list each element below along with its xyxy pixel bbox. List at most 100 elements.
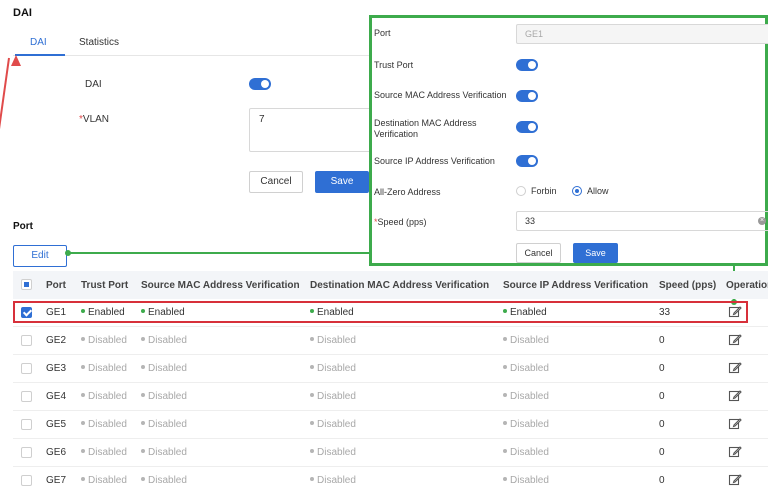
src-mac-cell: Disabled <box>141 391 187 402</box>
dai-toggle[interactable] <box>249 78 271 90</box>
src-ip-cell-text: Disabled <box>510 447 549 458</box>
column-header: Operation <box>726 280 768 291</box>
port-section-title: Port <box>13 221 33 232</box>
port-cell-text: GE3 <box>46 363 67 374</box>
table-row[interactable]: GE6 Disabled Disabled Disabled Disabled 0 <box>13 439 768 467</box>
table-row[interactable]: GE7 Disabled Disabled Disabled Disabled 0 <box>13 467 768 486</box>
vlan-label-text: VLAN <box>82 114 110 125</box>
panel-cancel-button[interactable]: Cancel <box>516 243 561 263</box>
speed-cell-text: 0 <box>659 447 665 458</box>
table-row[interactable]: GE3 Disabled Disabled Disabled Disabled 0 <box>13 355 768 383</box>
status-dot <box>81 477 85 482</box>
port-cell: GE3 <box>46 363 66 374</box>
speed-cell-text: 0 <box>659 475 665 486</box>
speed-cell: 0 <box>659 391 665 402</box>
annotation-connector-dot <box>65 250 71 256</box>
dst-mac-verification-toggle[interactable] <box>516 121 538 133</box>
vlan-label: *VLAN <box>79 114 109 125</box>
trust-port-cell: Disabled <box>81 363 127 374</box>
tab-bar: DAI Statistics <box>13 30 373 56</box>
src-ip-cell-text: Disabled <box>510 335 549 346</box>
port-cell: GE7 <box>46 475 66 486</box>
tab-dai[interactable]: DAI <box>30 37 47 48</box>
edit-icon[interactable] <box>728 445 742 459</box>
speed-cell-text: 0 <box>659 391 665 402</box>
edit-icon[interactable] <box>728 361 742 375</box>
column-header: Source MAC Address Verification <box>141 280 300 291</box>
row-checkbox[interactable] <box>21 475 32 486</box>
column-header: Trust Port <box>81 280 129 291</box>
src-ip-verification-toggle[interactable] <box>516 155 538 167</box>
edit-icon[interactable] <box>728 333 742 347</box>
column-header: Destination MAC Address Verification <box>310 280 490 291</box>
src-mac-cell: Disabled <box>141 363 187 374</box>
src-mac-cell: Disabled <box>141 419 187 430</box>
status-dot <box>141 421 145 426</box>
speed-input[interactable]: 33 × <box>516 211 768 231</box>
speed-cell-text: 0 <box>659 335 665 346</box>
status-dot <box>310 421 314 426</box>
src-ip-cell-text: Disabled <box>510 391 549 402</box>
src-ip-cell-text: Disabled <box>510 363 549 374</box>
src-mac-cell-text: Disabled <box>148 335 187 346</box>
src-ip-cell: Disabled <box>503 363 549 374</box>
src-mac-verification-toggle[interactable] <box>516 90 538 102</box>
src-ip-cell-text: Disabled <box>510 475 549 486</box>
trust-port-cell: Disabled <box>81 391 127 402</box>
row-checkbox[interactable] <box>21 419 32 430</box>
trust-port-cell: Disabled <box>81 335 127 346</box>
panel-save-button[interactable]: Save <box>573 243 618 263</box>
dst-mac-cell: Disabled <box>310 363 356 374</box>
src-mac-cell-text: Disabled <box>148 391 187 402</box>
src-ip-cell: Disabled <box>503 475 549 486</box>
dst-mac-cell-text: Disabled <box>317 363 356 374</box>
table-row[interactable]: GE5 Disabled Disabled Disabled Disabled 0 <box>13 411 768 439</box>
status-dot <box>141 393 145 398</box>
radio-forbin[interactable] <box>516 186 526 196</box>
edit-icon[interactable] <box>728 417 742 431</box>
cancel-button[interactable]: Cancel <box>249 171 303 193</box>
src-ip-cell: Disabled <box>503 419 549 430</box>
trust-port-cell-text: Disabled <box>88 419 127 430</box>
select-all-checkbox[interactable] <box>21 279 32 290</box>
table-row[interactable]: GE4 Disabled Disabled Disabled Disabled 0 <box>13 383 768 411</box>
panel-src-mac-label: Source MAC Address Verification <box>374 90 507 100</box>
radio-forbin-label: Forbin <box>531 186 557 196</box>
row-checkbox[interactable] <box>21 335 32 346</box>
src-mac-cell-text: Disabled <box>148 363 187 374</box>
edit-button[interactable]: Edit <box>13 245 67 267</box>
row-checkbox[interactable] <box>21 363 32 374</box>
status-dot <box>81 365 85 370</box>
port-cell-text: GE6 <box>46 447 67 458</box>
trust-port-cell-text: Disabled <box>88 391 127 402</box>
save-button[interactable]: Save <box>315 171 369 193</box>
radio-allow[interactable] <box>572 186 582 196</box>
status-dot <box>310 365 314 370</box>
port-cell: GE2 <box>46 335 66 346</box>
speed-cell: 0 <box>659 419 665 430</box>
active-tab-indicator <box>15 54 65 56</box>
status-dot <box>503 449 507 454</box>
row-checkbox[interactable] <box>21 447 32 458</box>
speed-cell-text: 0 <box>659 363 665 374</box>
port-cell: GE5 <box>46 419 66 430</box>
edit-icon[interactable] <box>728 389 742 403</box>
table-row[interactable]: GE2 Disabled Disabled Disabled Disabled 0 <box>13 327 768 355</box>
trust-port-cell-text: Disabled <box>88 363 127 374</box>
status-dot <box>310 337 314 342</box>
page-title: DAI <box>13 7 32 19</box>
tab-statistics[interactable]: Statistics <box>79 37 119 48</box>
table-header: Port Trust Port Source MAC Address Verif… <box>13 271 768 299</box>
port-cell: GE6 <box>46 447 66 458</box>
src-mac-cell: Disabled <box>141 335 187 346</box>
vlan-field[interactable]: 7 <box>249 108 379 152</box>
edit-icon[interactable] <box>728 473 742 486</box>
trust-port-toggle[interactable] <box>516 59 538 71</box>
dst-mac-cell: Disabled <box>310 391 356 402</box>
dst-mac-cell-text: Disabled <box>317 447 356 458</box>
status-dot <box>503 365 507 370</box>
row-checkbox[interactable] <box>21 391 32 402</box>
clear-icon[interactable]: × <box>758 217 766 225</box>
status-dot <box>310 477 314 482</box>
dst-mac-cell-text: Disabled <box>317 475 356 486</box>
